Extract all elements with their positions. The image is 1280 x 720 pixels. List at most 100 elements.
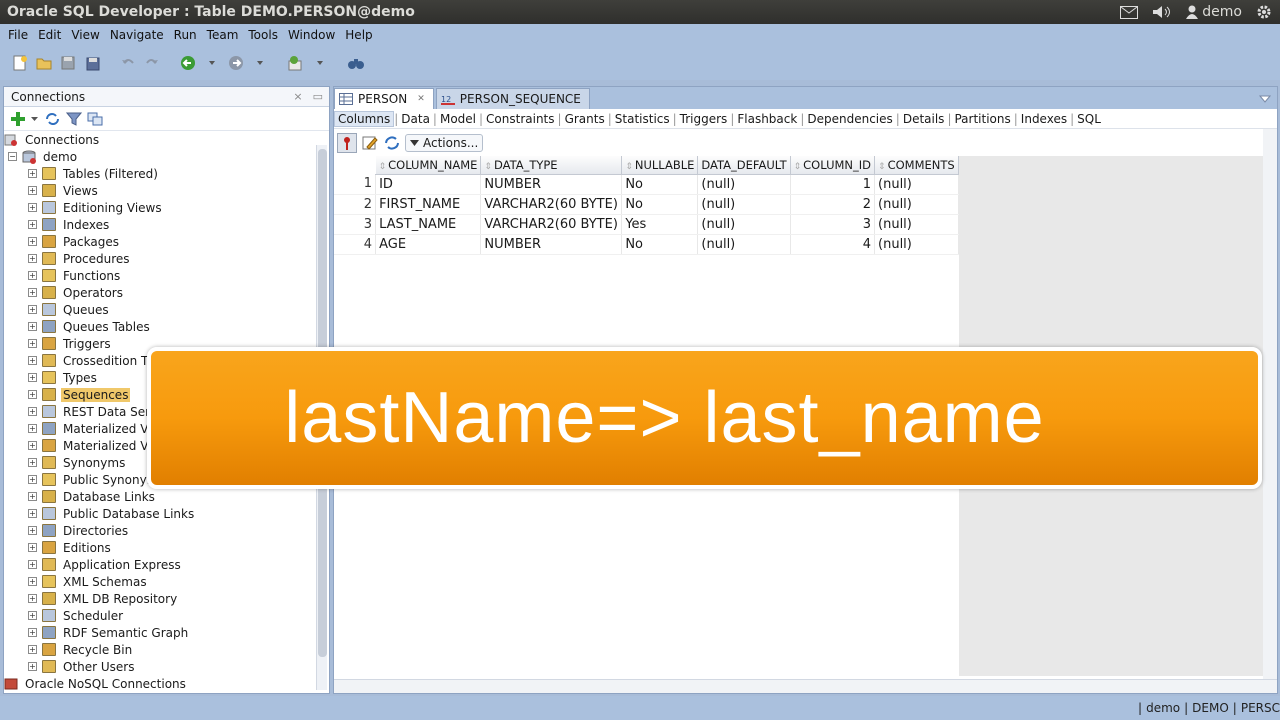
- tab-person[interactable]: PERSON ✕: [334, 88, 434, 109]
- new-button[interactable]: [10, 53, 30, 73]
- subtab-partitions[interactable]: Partitions: [951, 112, 1013, 126]
- cell-nullable[interactable]: No: [621, 174, 699, 195]
- cell-nullable[interactable]: Yes: [621, 214, 699, 235]
- find-db-object-button[interactable]: [346, 53, 366, 73]
- tree-item[interactable]: + Crossedition T: [28, 352, 150, 369]
- expand-icon[interactable]: +: [28, 492, 37, 501]
- tree-item[interactable]: + Database Links: [28, 488, 157, 505]
- cell-column-id[interactable]: 3: [790, 214, 876, 235]
- cell-data-default[interactable]: (null): [697, 174, 791, 195]
- subtab-data[interactable]: Data: [398, 112, 433, 126]
- tree-item[interactable]: + Tables (Filtered): [28, 165, 160, 182]
- expand-icon[interactable]: +: [28, 611, 37, 620]
- expand-icon[interactable]: +: [28, 407, 37, 416]
- save-button[interactable]: [58, 53, 78, 73]
- cell-column-name[interactable]: LAST_NAME: [375, 214, 482, 235]
- expand-icon[interactable]: +: [28, 339, 37, 348]
- cell-data-type[interactable]: NUMBER: [480, 234, 623, 255]
- grid-vertical-scrollbar[interactable]: [1263, 129, 1277, 679]
- header-data-default[interactable]: DATA_DEFAULT: [697, 156, 791, 175]
- cell-nullable[interactable]: No: [621, 194, 699, 215]
- refresh-icon[interactable]: [383, 134, 401, 152]
- tree-root-connections[interactable]: Connections: [4, 131, 101, 148]
- expand-icon[interactable]: +: [28, 424, 37, 433]
- tree-item[interactable]: + Materialized Vi: [28, 420, 153, 437]
- expand-icon[interactable]: +: [28, 305, 37, 314]
- tab-person-sequence[interactable]: 12 PERSON_SEQUENCE: [435, 88, 590, 109]
- grid-horizontal-scrollbar[interactable]: [334, 679, 1277, 693]
- schema-browser-icon[interactable]: [86, 111, 104, 127]
- subtab-details[interactable]: Details: [900, 112, 948, 126]
- subtab-grants[interactable]: Grants: [562, 112, 608, 126]
- edit-icon[interactable]: [361, 134, 379, 152]
- expand-icon[interactable]: +: [28, 475, 37, 484]
- expand-icon[interactable]: +: [28, 560, 37, 569]
- subtab-sql[interactable]: SQL: [1074, 112, 1104, 126]
- cell-column-id[interactable]: 2: [790, 194, 876, 215]
- back-button[interactable]: [178, 53, 198, 73]
- expand-icon[interactable]: +: [28, 254, 37, 263]
- tree-item[interactable]: + Queues Tables: [28, 318, 152, 335]
- tree-item[interactable]: + Indexes: [28, 216, 111, 233]
- menu-help[interactable]: Help: [340, 28, 377, 42]
- table-row[interactable]: 4 AGE NUMBER No (null) 4 (null): [334, 234, 959, 255]
- expand-icon[interactable]: +: [28, 645, 37, 654]
- user-menu[interactable]: demo: [1186, 4, 1242, 20]
- add-connection-icon[interactable]: [10, 111, 26, 127]
- expand-icon[interactable]: +: [28, 203, 37, 212]
- table-row[interactable]: 3 LAST_NAME VARCHAR2(60 BYTE) Yes (null) 3 (nu…: [334, 214, 959, 235]
- tree-item[interactable]: + Functions: [28, 267, 122, 284]
- subtab-triggers[interactable]: Triggers: [677, 112, 731, 126]
- close-icon[interactable]: ×: [293, 90, 302, 103]
- cell-column-name[interactable]: FIRST_NAME: [375, 194, 482, 215]
- collapse-icon[interactable]: −: [8, 152, 17, 161]
- cell-data-type[interactable]: VARCHAR2(60 BYTE): [480, 194, 623, 215]
- cell-comments[interactable]: (null): [874, 174, 959, 195]
- header-column-id[interactable]: ⇕ COLUMN_ID: [790, 156, 876, 175]
- menu-window[interactable]: Window: [283, 28, 340, 42]
- cell-data-default[interactable]: (null): [697, 214, 791, 235]
- minimize-icon[interactable]: ▭: [313, 90, 323, 103]
- tree-item[interactable]: + Operators: [28, 284, 125, 301]
- header-column-name[interactable]: ⇕ COLUMN_NAME: [375, 156, 482, 175]
- tab-list-dropdown-icon[interactable]: [1259, 94, 1271, 104]
- cell-column-id[interactable]: 1: [790, 174, 876, 195]
- cell-nullable[interactable]: No: [621, 234, 699, 255]
- close-tab-icon[interactable]: ✕: [417, 94, 425, 104]
- tree-item[interactable]: + Types: [28, 369, 99, 386]
- refresh-icon[interactable]: [44, 111, 62, 127]
- tree-item[interactable]: + Procedures: [28, 250, 132, 267]
- tree-item[interactable]: + REST Data Ser: [28, 403, 152, 420]
- undo-button[interactable]: [118, 53, 138, 73]
- tree-item[interactable]: + XML Schemas: [28, 573, 149, 590]
- subtab-statistics[interactable]: Statistics: [612, 112, 673, 126]
- expand-icon[interactable]: +: [28, 322, 37, 331]
- cell-column-id[interactable]: 4: [790, 234, 876, 255]
- menu-run[interactable]: Run: [169, 28, 202, 42]
- tree-item[interactable]: + Synonyms: [28, 454, 127, 471]
- expand-icon[interactable]: +: [28, 577, 37, 586]
- expand-icon[interactable]: +: [28, 390, 37, 399]
- menu-navigate[interactable]: Navigate: [105, 28, 169, 42]
- cell-column-name[interactable]: ID: [375, 174, 482, 195]
- tree-item[interactable]: + Public Synonyn: [28, 471, 156, 488]
- freeze-view-icon[interactable]: [337, 133, 357, 153]
- table-row[interactable]: 1 ID NUMBER No (null) 1 (null): [334, 174, 959, 195]
- subtab-flashback[interactable]: Flashback: [734, 112, 800, 126]
- tree-item[interactable]: + RDF Semantic Graph: [28, 624, 190, 641]
- expand-icon[interactable]: +: [28, 526, 37, 535]
- open-button[interactable]: [34, 53, 54, 73]
- tree-item[interactable]: + Other Users: [28, 658, 137, 675]
- expand-icon[interactable]: +: [28, 271, 37, 280]
- mail-icon[interactable]: [1120, 5, 1139, 19]
- expand-icon[interactable]: +: [28, 441, 37, 450]
- header-nullable[interactable]: ⇕ NULLABLE: [621, 156, 699, 175]
- menu-team[interactable]: Team: [202, 28, 244, 42]
- tree-connection-demo[interactable]: − demo: [8, 148, 79, 165]
- tree-root-nosql[interactable]: Oracle NoSQL Connections: [4, 675, 188, 691]
- expand-icon[interactable]: +: [28, 662, 37, 671]
- expand-icon[interactable]: +: [28, 288, 37, 297]
- redo-button[interactable]: [142, 53, 162, 73]
- subtab-dependencies[interactable]: Dependencies: [804, 112, 895, 126]
- cell-data-type[interactable]: VARCHAR2(60 BYTE): [480, 214, 623, 235]
